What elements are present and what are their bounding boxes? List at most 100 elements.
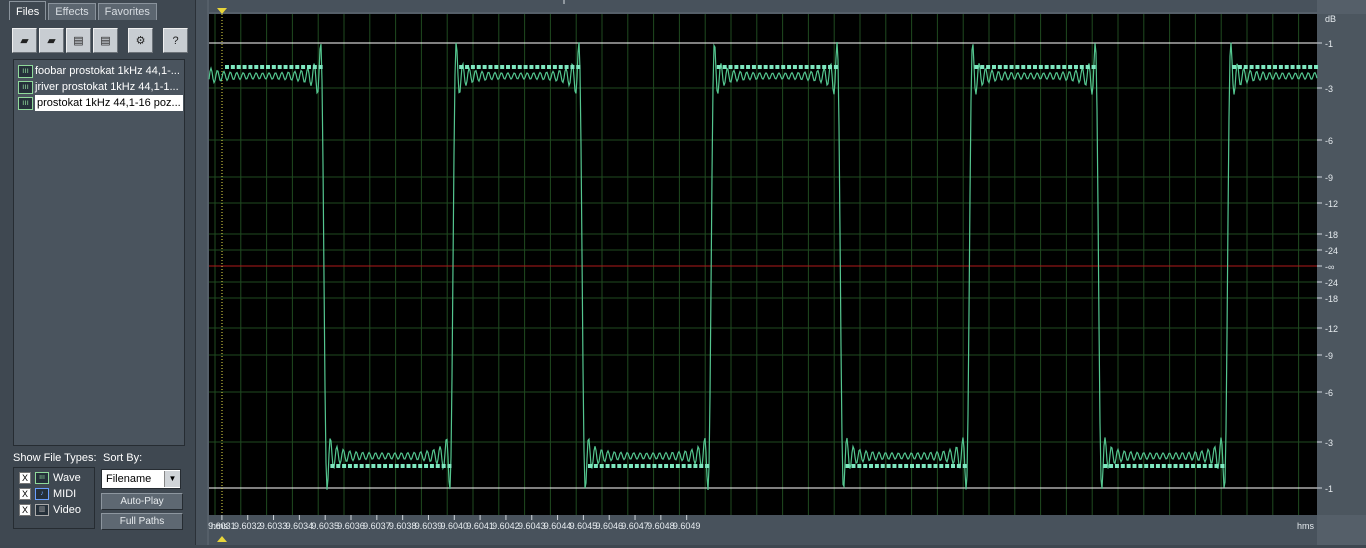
db-unit-label: dB	[1325, 14, 1336, 24]
sample-point	[933, 464, 938, 468]
sample-point	[1132, 464, 1137, 468]
sample-point	[740, 65, 745, 69]
db-tick-label: -12	[1325, 199, 1338, 209]
time-tick-label: 9.6044	[544, 521, 572, 531]
sample-point	[1144, 464, 1149, 468]
db-tick-label: -3	[1325, 84, 1333, 94]
db-tick-label: -24	[1325, 278, 1338, 288]
sample-point	[435, 464, 440, 468]
sample-point	[535, 65, 540, 69]
open-file-icon[interactable]: ▰	[12, 28, 37, 53]
sample-point	[482, 65, 487, 69]
sample-point	[1191, 464, 1196, 468]
tab-effects[interactable]: Effects	[48, 3, 96, 20]
sample-point	[986, 65, 991, 69]
waveform-svg[interactable]: -1 -3 -6 -9 -12 -18 -24 -∞ -24 -18 -12 -9 -6 -3 -1 dB hm…	[207, 0, 1366, 545]
sample-point	[1308, 65, 1313, 69]
type-wave-row[interactable]: Xııı Wave	[19, 472, 81, 484]
video-icon: ▥	[35, 504, 49, 516]
sample-point	[371, 464, 376, 468]
sample-point	[242, 65, 247, 69]
sample-point	[1296, 65, 1301, 69]
panel-tabs: Files Effects Favorites	[9, 1, 159, 21]
sample-point	[1109, 464, 1114, 468]
chevron-down-icon[interactable]: ▼	[164, 471, 180, 487]
midi-icon: ♪	[35, 488, 49, 500]
sample-point	[939, 464, 944, 468]
sample-point	[769, 65, 774, 69]
sample-point	[728, 65, 733, 69]
tab-favorites[interactable]: Favorites	[97, 3, 157, 20]
sample-point	[547, 65, 552, 69]
midi-checkbox[interactable]: X	[19, 488, 31, 500]
list-item-selected[interactable]: ııı prostokat 1kHz 44,1-16 poz...	[14, 95, 184, 111]
sample-point	[1073, 65, 1078, 69]
sample-point	[488, 65, 493, 69]
sample-point	[1314, 65, 1319, 69]
show-file-types-label: Show File Types:	[13, 452, 97, 464]
sample-point	[1255, 65, 1260, 69]
db-tick-label: -1	[1325, 39, 1333, 49]
sort-by-select[interactable]: Filename ▼	[101, 469, 181, 489]
insert-icon[interactable]: ▤	[66, 28, 91, 53]
sample-point	[230, 65, 235, 69]
wave-checkbox[interactable]: X	[19, 472, 31, 484]
type-video-row[interactable]: X ▥ Video	[19, 504, 81, 516]
db-tick-label: -6	[1325, 136, 1333, 146]
sample-point	[1009, 65, 1014, 69]
sample-point	[424, 464, 429, 468]
sample-point	[301, 65, 306, 69]
sort-by-label: Sort By:	[103, 452, 143, 464]
auto-play-button[interactable]: Auto-Play	[101, 493, 183, 510]
sample-point	[336, 464, 341, 468]
sample-point	[429, 464, 434, 468]
sample-point	[1103, 464, 1108, 468]
sample-point	[833, 65, 838, 69]
sample-point	[1062, 65, 1067, 69]
open-folder-icon[interactable]: ▰	[39, 28, 64, 53]
sample-point	[664, 464, 669, 468]
sample-point	[260, 65, 265, 69]
sample-point	[822, 65, 827, 69]
sample-point	[874, 464, 879, 468]
sample-point	[904, 464, 909, 468]
tab-files[interactable]: Files	[9, 1, 47, 20]
sample-point	[383, 464, 388, 468]
sample-point	[465, 65, 470, 69]
sample-point	[1155, 464, 1160, 468]
sample-point	[945, 464, 950, 468]
wave-file-icon: ııı	[18, 64, 33, 78]
list-item[interactable]: ııı jriver prostokat 1kHz 44,1-1...	[14, 79, 184, 95]
time-tick-label: 9.6033	[260, 521, 288, 531]
sample-point	[459, 65, 464, 69]
sample-point	[377, 464, 382, 468]
close-file-icon[interactable]: ▤	[93, 28, 118, 53]
sample-point	[775, 65, 780, 69]
sample-point	[1068, 65, 1073, 69]
time-tick-label: 9.6043	[518, 521, 546, 531]
sample-point	[722, 65, 727, 69]
sample-point	[1179, 464, 1184, 468]
sample-point	[517, 65, 522, 69]
file-types-box: Xııı Wave X ♪ MIDI X ▥ Video	[13, 467, 95, 529]
list-item[interactable]: ııı foobar prostokat 1kHz 44,1-...	[14, 63, 184, 79]
sample-point	[1044, 65, 1049, 69]
db-tick-label: -18	[1325, 230, 1338, 240]
sample-point	[886, 464, 891, 468]
video-checkbox[interactable]: X	[19, 504, 31, 516]
full-paths-button[interactable]: Full Paths	[101, 513, 183, 530]
sample-point	[500, 65, 505, 69]
sample-point	[447, 464, 452, 468]
sample-point	[365, 464, 370, 468]
sample-point	[611, 464, 616, 468]
sample-point	[1167, 464, 1172, 468]
sample-point	[254, 65, 259, 69]
sample-point	[623, 464, 628, 468]
settings-icon[interactable]: ⚙	[128, 28, 153, 53]
waveform-display[interactable]: -1 -3 -6 -9 -12 -18 -24 -∞ -24 -18 -12 -9 -6 -3 -1 dB hm…	[207, 0, 1366, 548]
sample-point	[1208, 464, 1213, 468]
top-ruler	[209, 0, 1317, 12]
help-icon[interactable]: ?	[163, 28, 188, 53]
sample-point	[523, 65, 528, 69]
type-midi-row[interactable]: X ♪ MIDI	[19, 488, 76, 500]
